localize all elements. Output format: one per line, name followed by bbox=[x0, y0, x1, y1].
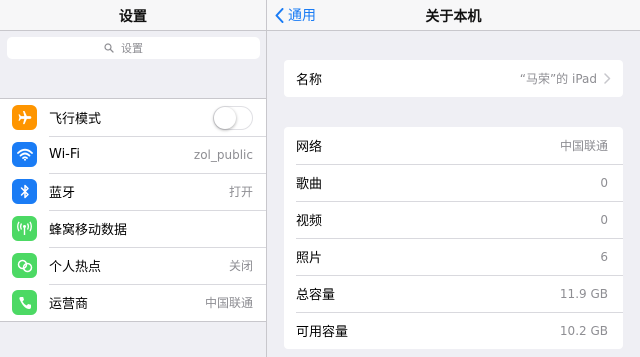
cellular-icon bbox=[12, 216, 37, 241]
info-value: 11.9 GB bbox=[559, 286, 608, 301]
toggle-knob bbox=[214, 106, 236, 129]
airplane-icon bbox=[12, 105, 37, 130]
info-value: 6 bbox=[600, 249, 608, 264]
wifi-network-value: zol_public bbox=[193, 147, 253, 162]
hotspot-status-value: 关闭 bbox=[228, 259, 253, 273]
info-row-videos: 视频 0 bbox=[284, 201, 623, 238]
search-box[interactable] bbox=[7, 37, 260, 59]
search-input[interactable] bbox=[119, 40, 163, 56]
name-row[interactable]: 名称 “马荣”的 iPad bbox=[284, 60, 623, 97]
info-value: 0 bbox=[600, 212, 608, 227]
name-group: 名称 “马荣”的 iPad bbox=[284, 60, 623, 97]
about-panel: 通用 关于本机 名称 “马荣”的 iPad 网络 中国联通 歌曲 0 视频 0 … bbox=[267, 0, 640, 357]
bluetooth-icon bbox=[12, 179, 37, 204]
sidebar-item-label: 个人热点 bbox=[49, 260, 102, 275]
sidebar-item-label: 运营商 bbox=[49, 297, 89, 312]
info-label: 可用容量 bbox=[296, 325, 349, 340]
sidebar-item-label: 飞行模式 bbox=[49, 112, 102, 127]
sidebar-item-airplane-mode[interactable]: 飞行模式 bbox=[0, 99, 266, 136]
info-row-songs: 歌曲 0 bbox=[284, 164, 623, 201]
sidebar-item-wifi[interactable]: Wi-Fi zol_public bbox=[0, 136, 266, 173]
info-label: 总容量 bbox=[296, 288, 336, 303]
settings-menu-list: 飞行模式 Wi-Fi zol_public 蓝牙 打开 蜂窝移动数据 个人热点 … bbox=[0, 98, 266, 322]
info-label: 视频 bbox=[296, 214, 323, 229]
device-name-value: “马荣”的 iPad bbox=[519, 72, 597, 86]
info-row-capacity: 总容量 11.9 GB bbox=[284, 275, 623, 312]
settings-sidebar: 设置 飞行模式 bbox=[0, 0, 267, 357]
info-value: 中国联通 bbox=[559, 139, 608, 153]
sidebar-title: 设置 bbox=[119, 9, 147, 25]
hotspot-icon bbox=[12, 253, 37, 278]
airplane-mode-toggle[interactable] bbox=[213, 105, 253, 130]
search-bar-area bbox=[0, 31, 266, 66]
info-group: 网络 中国联通 歌曲 0 视频 0 照片 6 总容量 11.9 GB 可用容量 … bbox=[284, 127, 623, 349]
name-label: 名称 bbox=[296, 73, 323, 88]
sidebar-item-carrier[interactable]: 运营商 中国联通 bbox=[0, 284, 266, 321]
info-label: 歌曲 bbox=[296, 177, 323, 192]
sidebar-item-personal-hotspot[interactable]: 个人热点 关闭 bbox=[0, 247, 266, 284]
info-row-photos: 照片 6 bbox=[284, 238, 623, 275]
sidebar-item-cellular-data[interactable]: 蜂窝移动数据 bbox=[0, 210, 266, 247]
chevron-right-icon bbox=[604, 73, 611, 84]
wifi-icon bbox=[12, 142, 37, 167]
carrier-value: 中国联通 bbox=[204, 296, 253, 310]
sidebar-item-bluetooth[interactable]: 蓝牙 打开 bbox=[0, 173, 266, 210]
info-label: 网络 bbox=[296, 140, 323, 155]
sidebar-navbar: 设置 bbox=[0, 0, 266, 31]
info-row-network: 网络 中国联通 bbox=[284, 127, 623, 164]
detail-navbar: 通用 关于本机 bbox=[267, 0, 640, 31]
info-label: 照片 bbox=[296, 251, 323, 266]
phone-icon bbox=[12, 290, 37, 315]
sidebar-item-label: 蜂窝移动数据 bbox=[49, 223, 128, 238]
page-title: 关于本机 bbox=[425, 9, 482, 25]
sidebar-item-label: Wi-Fi bbox=[49, 147, 81, 162]
info-value: 10.2 GB bbox=[559, 323, 608, 338]
search-icon bbox=[104, 43, 114, 53]
sidebar-item-label: 蓝牙 bbox=[49, 186, 76, 201]
bluetooth-status-value: 打开 bbox=[228, 185, 253, 199]
info-row-available: 可用容量 10.2 GB bbox=[284, 312, 623, 349]
info-value: 0 bbox=[600, 175, 608, 190]
